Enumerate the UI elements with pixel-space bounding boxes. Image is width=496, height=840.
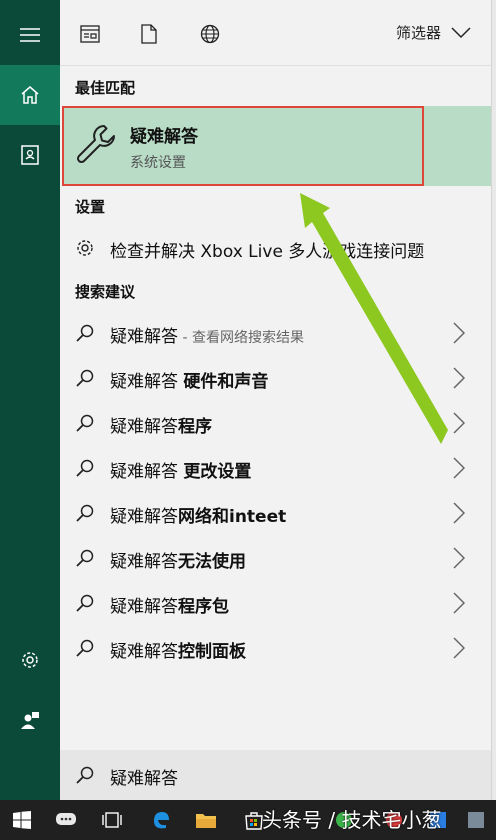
globe-icon <box>200 24 220 44</box>
best-match-title: 疑难解答 <box>130 127 198 147</box>
suggestion-suffix: 网络和inteet <box>178 507 287 527</box>
home-icon <box>21 86 39 104</box>
search-icon <box>76 549 94 567</box>
suggestion-label: 疑难解答程序 <box>110 412 212 437</box>
gear-icon <box>22 652 38 668</box>
feedback-button[interactable] <box>0 690 60 750</box>
pinned-app-gray[interactable] <box>462 806 490 834</box>
task-view-button[interactable] <box>98 806 126 834</box>
suggestion-suffix: 更改设置 <box>183 462 252 482</box>
search-box[interactable]: 疑难解答 <box>60 750 491 800</box>
documents-filter-button[interactable] <box>135 20 163 48</box>
document-icon <box>141 24 157 44</box>
search-icon <box>76 504 94 522</box>
notebook-button[interactable] <box>0 125 60 185</box>
notebook-icon <box>21 145 39 165</box>
chevron-down-icon <box>451 26 471 38</box>
hamburger-icon <box>20 28 40 42</box>
cortana-button[interactable] <box>52 806 80 834</box>
chevron-right-icon[interactable] <box>453 412 465 434</box>
windows-logo-icon <box>13 811 31 829</box>
search-input[interactable]: 疑难解答 <box>110 764 178 789</box>
suggestion-hint: - 查看网络搜索结果 <box>178 330 304 346</box>
chevron-right-icon[interactable] <box>453 547 465 569</box>
search-icon <box>76 414 94 432</box>
hamburger-menu-button[interactable] <box>0 5 60 65</box>
search-panel: 筛选器 最佳匹配 疑难解答 系统设置 设置 检查并解决 Xbox Live 多人… <box>60 0 491 800</box>
watermark-text: 头条号 / 技术宅小葱 <box>262 808 442 832</box>
suggestion-prefix: 疑难解答 <box>110 642 178 662</box>
wrench-icon <box>76 125 115 164</box>
best-match-subtitle: 系统设置 <box>130 155 186 171</box>
suggestion-label: 疑难解答网络和inteet <box>110 502 286 527</box>
start-button[interactable] <box>8 806 36 834</box>
feedback-person-icon <box>21 712 39 729</box>
suggestion-label: 疑难解答无法使用 <box>110 547 246 572</box>
settings-result-label: 检查并解决 Xbox Live 多人游戏连接问题 <box>110 242 425 262</box>
suggestion-label: 疑难解答程序包 <box>110 592 229 617</box>
suggestions-heading: 搜索建议 <box>75 283 136 301</box>
suggestion-suffix: 程序包 <box>178 597 229 617</box>
suggestion-item[interactable]: 疑难解答控制面板 <box>60 626 491 670</box>
app-square-icon <box>468 812 484 828</box>
suggestion-suffix: 无法使用 <box>178 552 246 572</box>
suggestion-prefix: 疑难解答 <box>110 417 178 437</box>
settings-button[interactable] <box>0 630 60 690</box>
suggestion-suffix: 控制面板 <box>178 642 246 662</box>
suggestion-item[interactable]: 疑难解答 更改设置 <box>60 446 491 490</box>
search-icon <box>76 324 94 342</box>
start-rail <box>0 0 60 800</box>
search-icon <box>76 639 94 657</box>
suggestion-item[interactable]: 疑难解答程序 <box>60 401 491 445</box>
home-button[interactable] <box>0 65 60 125</box>
apps-icon <box>80 25 100 43</box>
suggestion-label: 疑难解答 硬件和声音 <box>110 367 268 392</box>
search-icon <box>76 766 94 784</box>
settings-result-item[interactable]: 检查并解决 Xbox Live 多人游戏连接问题 <box>60 226 491 270</box>
edge-browser-button[interactable] <box>147 806 175 834</box>
search-toolbar: 筛选器 <box>60 0 491 66</box>
suggestion-item[interactable]: 疑难解答 - 查看网络搜索结果 <box>60 311 491 355</box>
suggestion-prefix: 疑难解答 <box>110 462 184 482</box>
search-icon <box>76 369 94 387</box>
suggestion-item[interactable]: 疑难解答程序包 <box>60 581 491 625</box>
search-icon <box>76 459 94 477</box>
web-filter-button[interactable] <box>196 20 224 48</box>
chevron-right-icon[interactable] <box>453 502 465 524</box>
chevron-right-icon[interactable] <box>453 367 465 389</box>
suggestion-prefix: 疑难解答 <box>110 507 178 527</box>
suggestion-suffix: 程序 <box>178 417 212 437</box>
suggestion-suffix: 硬件和声音 <box>183 372 269 392</box>
folder-icon <box>196 814 216 828</box>
suggestion-prefix: 疑难解答 <box>110 597 178 617</box>
best-match-heading: 最佳匹配 <box>75 79 136 97</box>
apps-filter-button[interactable] <box>76 20 104 48</box>
file-explorer-button[interactable] <box>192 806 220 834</box>
settings-heading: 设置 <box>75 198 106 216</box>
filter-label: 筛选器 <box>395 24 441 42</box>
store-bag-icon <box>245 812 263 830</box>
filter-dropdown[interactable]: 筛选器 <box>396 22 471 43</box>
suggestion-item[interactable]: 疑难解答 硬件和声音 <box>60 356 491 400</box>
chat-bubble-icon <box>56 813 76 825</box>
suggestion-prefix: 疑难解答 <box>110 327 178 347</box>
suggestion-item[interactable]: 疑难解答网络和inteet <box>60 491 491 535</box>
suggestion-label: 疑难解答控制面板 <box>110 637 246 662</box>
chevron-right-icon[interactable] <box>453 592 465 614</box>
gear-icon <box>77 240 93 256</box>
chevron-right-icon[interactable] <box>453 457 465 479</box>
suggestion-prefix: 疑难解答 <box>110 372 184 392</box>
task-view-icon <box>102 812 122 828</box>
suggestion-item[interactable]: 疑难解答无法使用 <box>60 536 491 580</box>
search-icon <box>76 594 94 612</box>
chevron-right-icon[interactable] <box>453 637 465 659</box>
edge-icon <box>154 812 169 829</box>
best-match-item[interactable]: 疑难解答 系统设置 <box>62 106 491 186</box>
suggestion-label: 疑难解答 - 查看网络搜索结果 <box>110 322 304 347</box>
suggestion-prefix: 疑难解答 <box>110 552 178 572</box>
background-window-edge <box>491 0 496 800</box>
chevron-right-icon[interactable] <box>453 322 465 344</box>
suggestion-label: 疑难解答 更改设置 <box>110 457 251 482</box>
